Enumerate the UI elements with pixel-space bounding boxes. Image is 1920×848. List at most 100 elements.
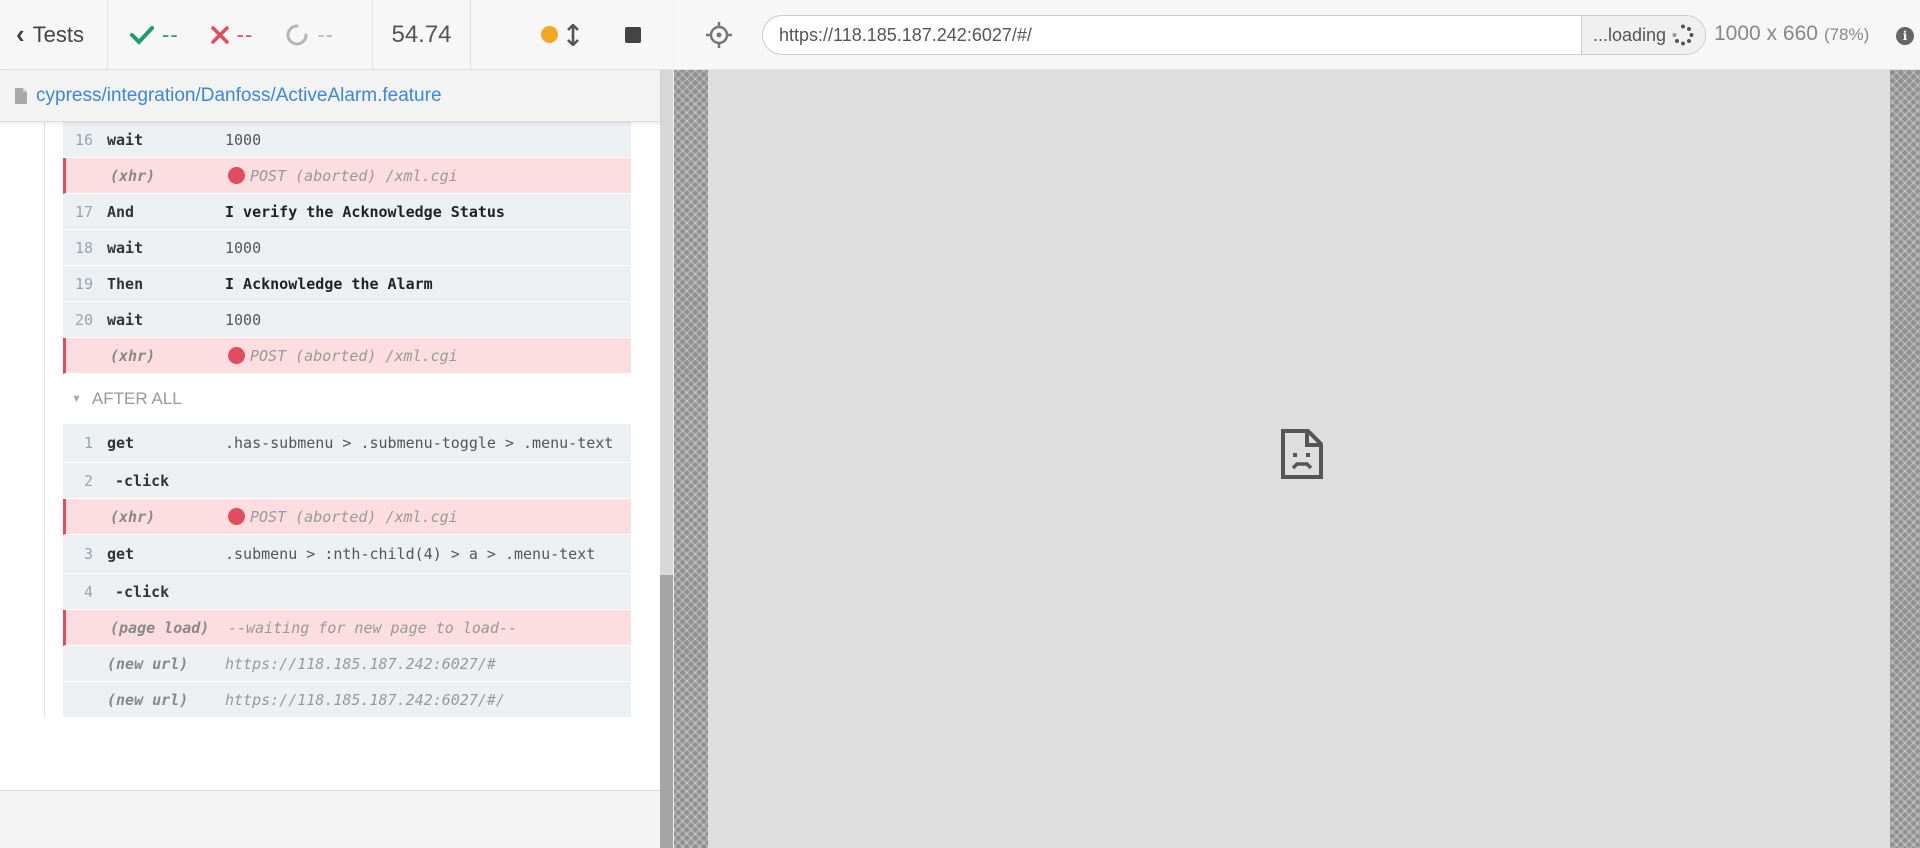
command-row[interactable]: 16 wait 1000 — [63, 122, 631, 158]
command-row[interactable]: (new url) https://118.185.187.242:6027/#/ — [63, 682, 631, 718]
crosshair-icon[interactable] — [704, 20, 734, 50]
command-row[interactable]: 20 wait 1000 — [63, 302, 631, 338]
command-row[interactable]: 19 Then I Acknowledge the Alarm — [63, 266, 631, 302]
stop-icon[interactable] — [625, 26, 641, 43]
command-name: (xhr) — [110, 346, 156, 365]
command-name: wait — [107, 130, 144, 149]
app-under-test-panel: https://118.185.187.242:6027/#/ ...loadi… — [674, 0, 1920, 848]
after-all-hook[interactable]: ▼ AFTER ALL — [63, 374, 630, 424]
command-name: (xhr) — [110, 166, 156, 185]
command-message: .has-submenu > .submenu-toggle > .menu-t… — [225, 434, 614, 452]
command-row[interactable]: (xhr) POST (aborted) /xml.cgi — [63, 499, 631, 535]
command-name: get — [107, 434, 135, 452]
pending-count: -- — [317, 21, 334, 47]
viewport-size: 1000 x 660 (78%) — [1714, 22, 1869, 46]
check-icon — [130, 25, 154, 45]
command-name: (xhr) — [110, 507, 156, 526]
passed-count: -- — [162, 21, 179, 47]
file-icon — [15, 87, 27, 104]
command-name: Then — [107, 274, 144, 293]
command-number: 20 — [74, 310, 93, 329]
circle-notch-icon — [286, 24, 308, 45]
scroll-toggle-icon[interactable] — [567, 23, 579, 46]
controls — [471, 0, 673, 70]
command-message: POST (aborted) /xml.cgi — [250, 507, 458, 526]
spec-file-link[interactable]: cypress/integration/Danfoss/ActiveAlarm.… — [36, 85, 442, 107]
failed-dot-icon — [228, 166, 245, 184]
tests-label: Tests — [32, 21, 85, 47]
x-icon — [210, 25, 229, 44]
command-row[interactable]: (xhr) POST (aborted) /xml.cgi — [63, 338, 631, 374]
command-message: https://118.185.187.242:6027/# — [225, 654, 496, 673]
reporter-panel: ‹ Tests -- -- -- 54.74 cypress/integrati… — [0, 0, 673, 848]
viewport-scale: (78%) — [1823, 25, 1870, 44]
failed-dot-icon — [228, 507, 245, 525]
spinner-icon — [1672, 24, 1694, 46]
sad-file-icon — [1281, 429, 1323, 479]
command-message: --waiting for new page to load-- — [228, 618, 517, 637]
caret-down-icon: ▼ — [71, 393, 82, 405]
command-row[interactable]: (xhr) POST (aborted) /xml.cgi — [63, 158, 631, 194]
reporter-header: ‹ Tests -- -- -- 54.74 — [0, 0, 673, 70]
url-bar[interactable]: https://118.185.187.242:6027/#/ ...loadi… — [762, 15, 1706, 55]
command-row[interactable]: 1 get .has-submenu > .submenu-toggle > .me… — [63, 424, 631, 463]
command-number: 17 — [74, 202, 93, 221]
command-log: 16 wait 1000 (xhr) POST (aborted) /xml.cgi … — [0, 122, 660, 790]
command-name: wait — [107, 238, 144, 257]
info-icon[interactable]: i — [1896, 27, 1914, 45]
command-number: 2 — [83, 471, 93, 490]
aut-iframe[interactable] — [708, 70, 1890, 848]
command-row[interactable]: (new url) https://118.185.187.242:6027/# — [63, 646, 631, 682]
command-name: (new url) — [107, 690, 189, 709]
command-name: (new url) — [107, 654, 189, 673]
passed-stat: -- — [130, 22, 179, 48]
command-message: 1000 — [225, 130, 262, 149]
hook-title: AFTER ALL — [91, 389, 182, 408]
url-text: https://118.185.187.242:6027/#/ — [779, 24, 1032, 45]
command-message: 1000 — [225, 238, 262, 257]
command-number: 18 — [74, 238, 93, 257]
reporter-scrollbar[interactable] — [660, 70, 673, 848]
command-number: 16 — [74, 130, 93, 149]
command-number: 4 — [83, 582, 93, 601]
stats: -- -- -- — [108, 0, 373, 70]
command-number: 19 — [74, 274, 93, 293]
command-name: wait — [107, 310, 144, 329]
chevron-left-icon: ‹ — [16, 19, 25, 49]
failed-dot-icon — [228, 346, 245, 364]
command-name: -click — [115, 582, 170, 601]
spec-file-bar: cypress/integration/Danfoss/ActiveAlarm.… — [0, 70, 660, 122]
tests-button[interactable]: ‹ Tests — [0, 0, 108, 70]
command-row[interactable]: 4 -click — [63, 574, 631, 610]
duration: 54.74 — [373, 0, 471, 70]
failed-stat: -- — [210, 21, 254, 48]
command-message: 1000 — [225, 310, 262, 329]
command-message: I Acknowledge the Alarm — [225, 274, 433, 293]
command-number: 3 — [83, 545, 93, 563]
aut-viewport — [674, 70, 1920, 848]
reporter-footer — [0, 790, 660, 848]
command-row[interactable]: 17 And I verify the Acknowledge Status — [63, 194, 631, 230]
pending-stat: -- — [285, 22, 334, 48]
command-name: (page load) — [110, 618, 210, 637]
command-message: POST (aborted) /xml.cgi — [250, 346, 458, 365]
command-number: 1 — [83, 434, 93, 452]
command-row[interactable]: 2 -click — [63, 463, 631, 499]
command-row[interactable]: 18 wait 1000 — [63, 230, 631, 266]
command-row[interactable]: 3 get .submenu > :nth-child(4) > a > .menu… — [63, 535, 631, 574]
command-message: POST (aborted) /xml.cgi — [250, 166, 458, 185]
viewport-margin-right — [1890, 70, 1920, 848]
scrollbar-thumb[interactable] — [660, 575, 673, 848]
loading-label: ...loading — [1592, 24, 1667, 45]
command-row[interactable]: (page load) --waiting for new page to loa… — [63, 610, 631, 646]
loading-indicator: ...loading — [1581, 16, 1705, 54]
aut-header: https://118.185.187.242:6027/#/ ...loadi… — [674, 0, 1920, 70]
command-message: I verify the Acknowledge Status — [225, 202, 505, 221]
failed-count: -- — [236, 21, 254, 47]
command-name: And — [107, 202, 135, 221]
viewport-dimensions: 1000 x 660 — [1714, 22, 1818, 45]
viewport-margin-left — [674, 70, 708, 848]
command-message: .submenu > :nth-child(4) > a > .menu-tex… — [225, 545, 596, 563]
command-name: get — [107, 545, 135, 563]
command-name: -click — [115, 471, 170, 490]
